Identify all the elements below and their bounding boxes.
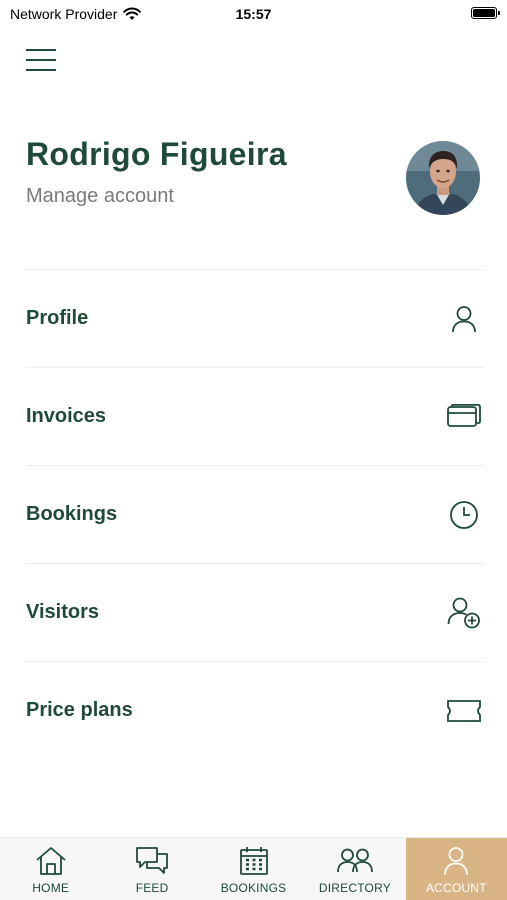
user-name: Rodrigo Figueira bbox=[26, 136, 287, 172]
menu-item-bookings[interactable]: Bookings bbox=[26, 465, 484, 563]
bottom-tab-bar: HOME FEED BOOKINGS DIRECTORY ACCOUNT bbox=[0, 837, 507, 900]
avatar[interactable] bbox=[406, 141, 480, 215]
people-icon bbox=[337, 844, 373, 878]
tab-label: ACCOUNT bbox=[425, 881, 487, 895]
tab-home[interactable]: HOME bbox=[0, 838, 101, 900]
add-person-icon bbox=[446, 595, 482, 631]
menu-item-price-plans[interactable]: Price plans bbox=[26, 661, 484, 759]
ticket-icon bbox=[446, 693, 482, 729]
clock-icon bbox=[446, 497, 482, 533]
hamburger-menu-button[interactable] bbox=[26, 49, 56, 75]
battery-icon bbox=[471, 7, 500, 19]
tab-feed[interactable]: FEED bbox=[101, 838, 202, 900]
account-header: Rodrigo Figueira Manage account bbox=[26, 136, 287, 208]
person-icon bbox=[446, 301, 482, 337]
person-icon bbox=[438, 844, 474, 878]
menu-item-label: Price plans bbox=[26, 699, 133, 721]
tab-label: FEED bbox=[135, 881, 169, 895]
menu-item-label: Invoices bbox=[26, 405, 107, 427]
cards-icon bbox=[446, 399, 482, 435]
menu-item-label: Profile bbox=[26, 307, 89, 329]
menu-line bbox=[26, 69, 56, 71]
menu-item-invoices[interactable]: Invoices bbox=[26, 367, 484, 465]
account-menu: Profile Invoices Bookings Visitors Price… bbox=[26, 269, 484, 759]
status-bar: Network Provider 15:57 bbox=[0, 0, 507, 28]
tab-label: BOOKINGS bbox=[220, 881, 287, 895]
menu-item-label: Bookings bbox=[26, 503, 118, 525]
menu-item-profile[interactable]: Profile bbox=[26, 269, 484, 367]
tab-bookings[interactable]: BOOKINGS bbox=[203, 838, 304, 900]
home-icon bbox=[33, 844, 69, 878]
tab-account[interactable]: ACCOUNT bbox=[405, 838, 507, 900]
tab-label: HOME bbox=[32, 881, 70, 895]
manage-account-link[interactable]: Manage account bbox=[26, 185, 287, 208]
tab-directory[interactable]: DIRECTORY bbox=[304, 838, 405, 900]
tab-label: DIRECTORY bbox=[318, 881, 391, 895]
status-time: 15:57 bbox=[235, 6, 272, 22]
calendar-icon bbox=[236, 844, 272, 878]
menu-item-visitors[interactable]: Visitors bbox=[26, 563, 484, 661]
menu-item-label: Visitors bbox=[26, 601, 99, 623]
menu-line bbox=[26, 59, 56, 61]
menu-line bbox=[26, 49, 56, 51]
chat-icon bbox=[134, 844, 170, 878]
